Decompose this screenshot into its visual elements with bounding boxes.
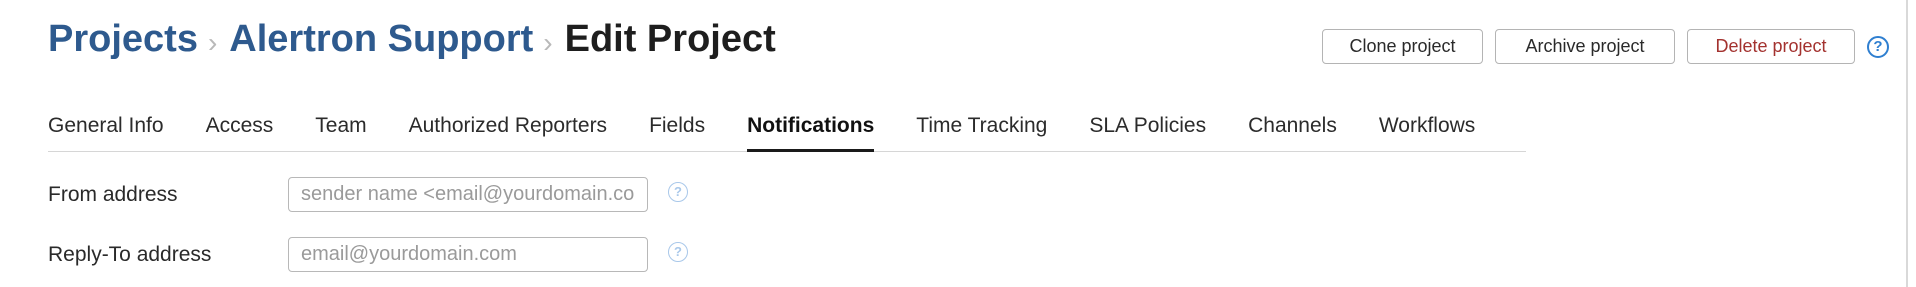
from-address-label: From address	[48, 182, 178, 206]
tab-time-tracking[interactable]: Time Tracking	[916, 108, 1047, 145]
delete-project-button[interactable]: Delete project	[1687, 29, 1855, 64]
tab-authorized-reporters[interactable]: Authorized Reporters	[409, 108, 607, 145]
from-address-row: From address ?	[48, 177, 688, 212]
project-actions: Clone project Archive project Delete pro…	[1322, 29, 1889, 64]
tab-access[interactable]: Access	[206, 108, 274, 145]
reply-to-address-input[interactable]	[288, 237, 648, 272]
chevron-right-icon: ›	[207, 26, 218, 58]
reply-to-address-label: Reply-To address	[48, 242, 212, 266]
from-address-input[interactable]	[288, 177, 648, 212]
clone-project-button[interactable]: Clone project	[1322, 29, 1483, 64]
tab-channels[interactable]: Channels	[1248, 108, 1337, 145]
tab-general-info[interactable]: General Info	[48, 108, 164, 145]
tab-fields[interactable]: Fields	[649, 108, 705, 145]
help-icon[interactable]: ?	[668, 181, 688, 202]
breadcrumb-link-projects[interactable]: Projects	[48, 18, 198, 61]
scrollbar-track[interactable]	[1906, 0, 1908, 287]
breadcrumb: Projects › Alertron Support › Edit Proje…	[48, 18, 776, 61]
reply-to-address-row: Reply-To address ?	[48, 237, 688, 272]
help-icon[interactable]: ?	[1867, 35, 1889, 58]
archive-project-button[interactable]: Archive project	[1495, 29, 1675, 64]
page-title: Edit Project	[564, 18, 776, 60]
help-icon[interactable]: ?	[668, 241, 688, 262]
chevron-right-icon: ›	[543, 26, 553, 58]
tab-notifications[interactable]: Notifications	[747, 108, 875, 152]
tab-workflows[interactable]: Workflows	[1379, 108, 1475, 145]
tab-team[interactable]: Team	[315, 108, 366, 145]
project-tabs: General Info Access Team Authorized Repo…	[48, 108, 1526, 152]
tab-sla-policies[interactable]: SLA Policies	[1089, 108, 1206, 145]
breadcrumb-link-project[interactable]: Alertron Support	[229, 18, 533, 61]
